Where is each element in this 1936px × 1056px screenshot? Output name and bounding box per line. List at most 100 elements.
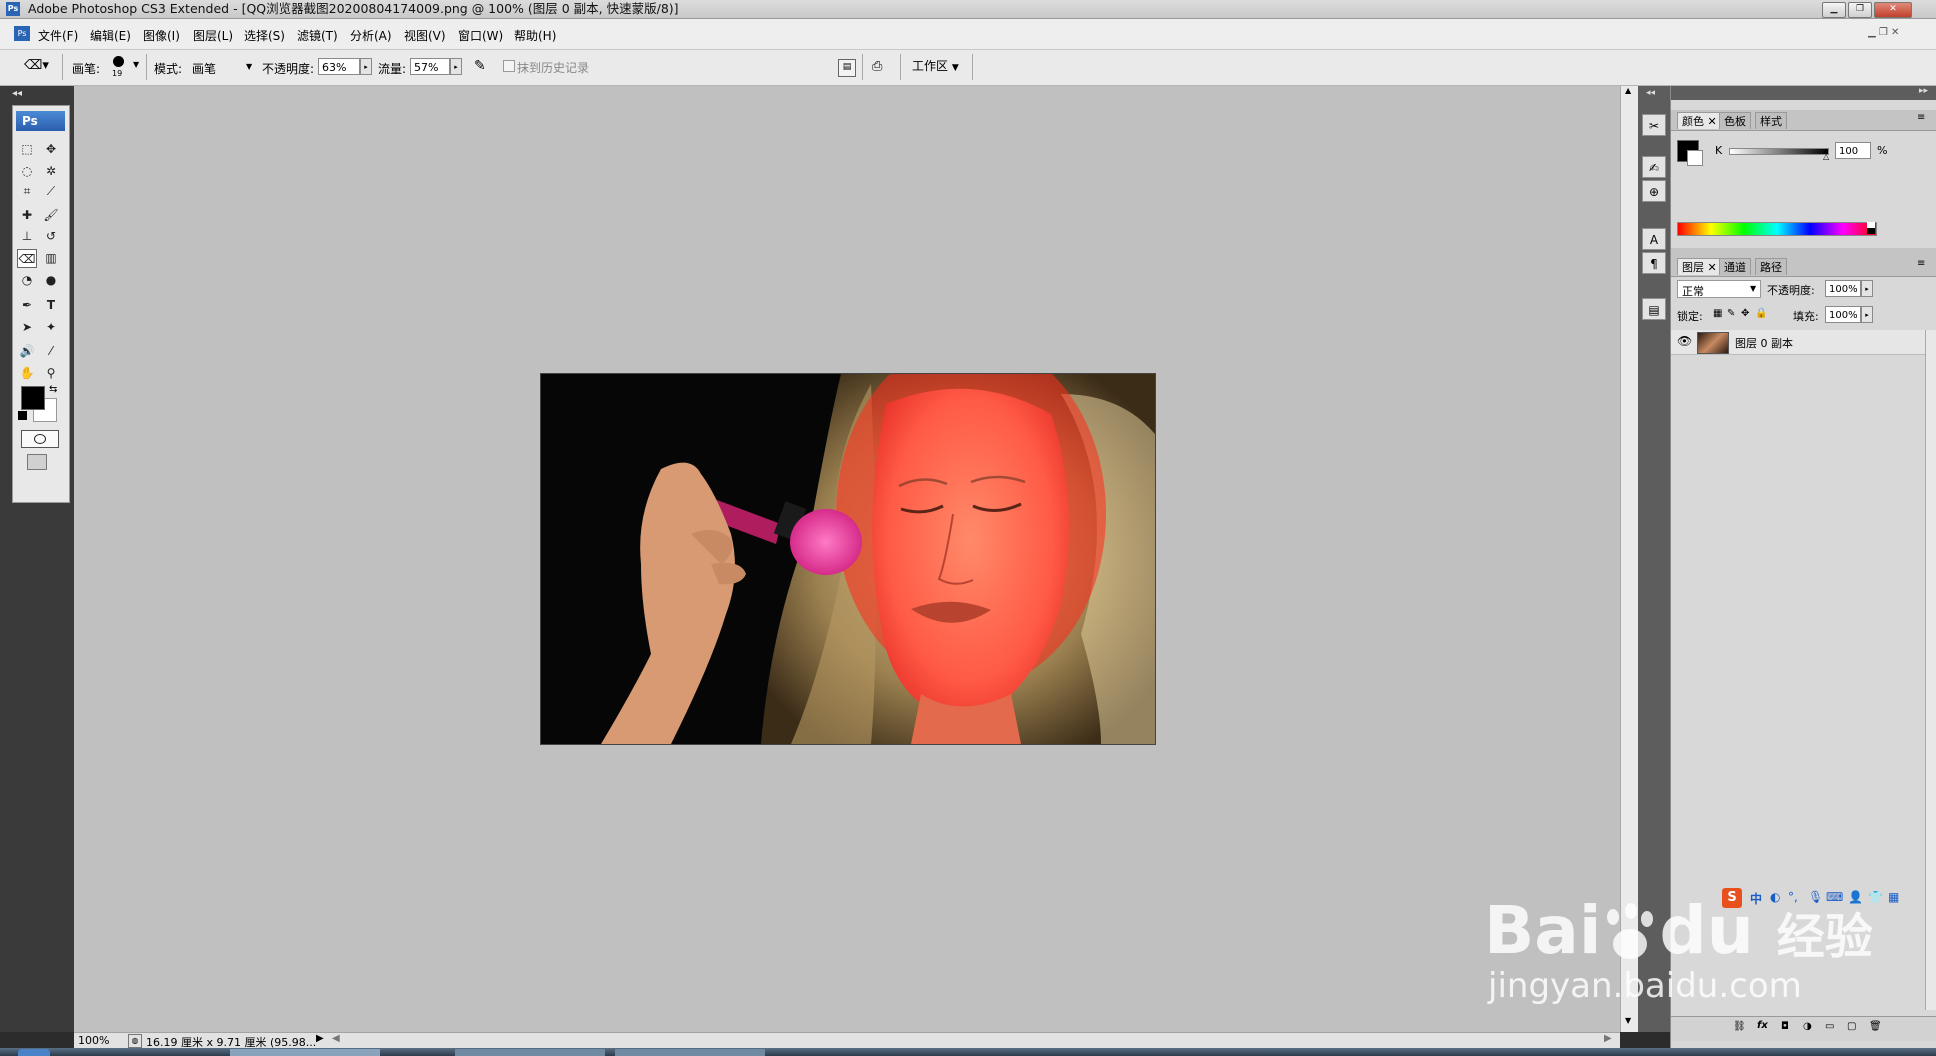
character-panel-icon[interactable]: A <box>1642 228 1666 250</box>
document-icon[interactable]: Ps <box>14 26 30 41</box>
eye-icon[interactable]: 👁 <box>1677 334 1692 348</box>
k-value-input[interactable]: 100 <box>1835 142 1871 159</box>
workspace-menu-button[interactable]: 工作区 ▼ <box>912 57 959 77</box>
layer-row[interactable]: 👁 图层 0 副本 <box>1671 330 1925 355</box>
menu-layer[interactable]: 图层(L) <box>193 27 233 44</box>
ramp-black-swatch[interactable] <box>1867 228 1875 234</box>
brush-preset-picker[interactable]: 19 <box>110 54 128 78</box>
collapse-arrows-icon[interactable]: ◂◂ <box>1646 88 1655 98</box>
close-button[interactable]: ✕ <box>1874 2 1912 18</box>
chevron-down-icon[interactable]: ▼ <box>133 60 139 69</box>
lock-image-icon[interactable]: ✎ <box>1727 308 1735 319</box>
tab-swatches[interactable]: 色板 <box>1719 112 1751 129</box>
menu-filter[interactable]: 滤镜(T) <box>297 27 338 44</box>
lasso-tool-icon[interactable]: ◌ <box>17 162 37 181</box>
slider-handle-icon[interactable]: △ <box>1823 152 1829 161</box>
status-menu-arrow-icon[interactable]: ▶ <box>316 1033 324 1044</box>
layer-name[interactable]: 图层 0 副本 <box>1735 335 1793 351</box>
brush-tool-icon[interactable]: 🖌 <box>41 206 61 225</box>
history-brush-tool-icon[interactable]: ↺ <box>41 227 61 246</box>
tab-color[interactable]: 颜色 ✕ <box>1677 112 1722 129</box>
default-colors-icon[interactable] <box>18 411 27 420</box>
dodge-tool-icon[interactable]: ● <box>41 271 61 290</box>
menu-edit[interactable]: 编辑(E) <box>90 27 131 44</box>
eyedropper-tool-icon[interactable]: ⁄ <box>41 342 61 361</box>
minimize-button[interactable]: ▁ <box>1822 2 1846 18</box>
swap-colors-icon[interactable]: ⇆ <box>49 384 57 395</box>
vertical-scrollbar[interactable]: ▲ ▼ <box>1620 86 1638 1032</box>
layer-opacity-input[interactable]: 100% <box>1825 280 1861 297</box>
hand-tool-icon[interactable]: ✋ <box>17 364 37 383</box>
custom-shape-tool-icon[interactable]: ✦ <box>41 318 61 337</box>
blur-tool-icon[interactable]: ◔ <box>17 271 37 290</box>
new-group-icon[interactable]: ▭ <box>1825 1021 1834 1032</box>
marquee-tool-icon[interactable]: ⬚ <box>17 140 37 159</box>
document-canvas[interactable] <box>540 373 1156 745</box>
eraser-tool-preset-icon[interactable]: ⌫▾ <box>24 58 54 76</box>
color-background-swatch[interactable] <box>1687 150 1703 166</box>
gradient-tool-icon[interactable]: ▥ <box>41 249 61 268</box>
eraser-tool-icon[interactable]: ⌫ <box>17 249 37 268</box>
menu-image[interactable]: 图像(I) <box>143 27 180 44</box>
taskbar-item[interactable] <box>455 1049 605 1056</box>
airbrush-icon[interactable]: ✎ <box>474 58 496 76</box>
taskbar-item[interactable] <box>230 1049 380 1056</box>
scroll-up-arrow-icon[interactable]: ▲ <box>1625 86 1631 95</box>
menu-analysis[interactable]: 分析(A) <box>350 27 392 44</box>
opacity-input[interactable]: 63% <box>318 58 360 75</box>
lock-position-icon[interactable]: ✥ <box>1741 308 1749 319</box>
print-icon[interactable]: ⎙ <box>872 59 894 75</box>
fill-input[interactable]: 100% <box>1825 306 1861 323</box>
lock-transparent-icon[interactable]: ▦ <box>1713 308 1722 319</box>
palette-well-icon[interactable]: ▤ <box>838 59 856 77</box>
fill-slider-button[interactable]: ▸ <box>1861 306 1873 323</box>
move-tool-icon[interactable]: ✥ <box>41 140 61 159</box>
quick-mask-mode-button[interactable] <box>21 430 59 448</box>
healing-brush-tool-icon[interactable]: ✚ <box>17 206 37 225</box>
menu-help[interactable]: 帮助(H) <box>514 27 556 44</box>
erase-history-checkbox[interactable] <box>503 60 515 72</box>
expand-arrows-icon[interactable]: ▸▸ <box>1919 86 1928 96</box>
tab-paths[interactable]: 路径 <box>1755 258 1787 275</box>
scroll-left-arrow-icon[interactable]: ◀ <box>332 1033 340 1044</box>
menu-file[interactable]: 文件(F) <box>38 27 78 44</box>
tab-styles[interactable]: 样式 <box>1755 112 1787 129</box>
mode-dropdown[interactable]: 画笔 ▼ <box>190 58 258 77</box>
paragraph-panel-icon[interactable]: ¶ <box>1642 252 1666 274</box>
new-layer-icon[interactable]: ▢ <box>1847 1021 1856 1032</box>
grid-icon[interactable]: ▦ <box>1888 890 1899 904</box>
layer-style-icon[interactable]: fx <box>1757 1020 1768 1031</box>
clone-stamp-tool-icon[interactable]: ⊥ <box>17 227 37 246</box>
tool-presets-icon[interactable]: ✂ <box>1642 114 1666 136</box>
adjustment-layer-icon[interactable]: ◑ <box>1803 1021 1812 1032</box>
brushes-panel-icon[interactable]: ✍ <box>1642 156 1666 178</box>
path-selection-tool-icon[interactable]: ➤ <box>17 318 37 337</box>
foreground-color-swatch[interactable] <box>21 386 45 410</box>
magic-wand-tool-icon[interactable]: ✲ <box>41 162 61 181</box>
scroll-right-arrow-icon[interactable]: ▶ <box>1604 1033 1612 1044</box>
link-layers-icon[interactable]: ⛓ <box>1733 1021 1746 1032</box>
layer-opacity-slider-button[interactable]: ▸ <box>1861 280 1873 297</box>
color-ramp[interactable] <box>1677 222 1877 236</box>
flow-slider-button[interactable]: ▸ <box>450 58 462 75</box>
delete-layer-icon[interactable]: 🗑 <box>1869 1021 1882 1032</box>
zoom-tool-icon[interactable]: ⚲ <box>41 364 61 383</box>
notes-tool-icon[interactable]: 🔊 <box>17 342 37 361</box>
document-window-controls[interactable]: ▁ ❐ ✕ <box>1868 27 1928 41</box>
layer-mask-icon[interactable]: ◘ <box>1781 1021 1789 1032</box>
menu-select[interactable]: 选择(S) <box>244 27 285 44</box>
panel-menu-icon[interactable]: ≡ <box>1917 112 1925 123</box>
blend-mode-dropdown[interactable]: 正常 ▼ <box>1677 280 1761 298</box>
collapse-arrows-icon[interactable]: ◂◂ <box>12 88 22 99</box>
maximize-button[interactable]: ❐ <box>1848 2 1872 18</box>
clone-source-icon[interactable]: ⊕ <box>1642 180 1666 202</box>
zoom-level[interactable]: 100% <box>78 1034 109 1047</box>
type-tool-icon[interactable]: T <box>41 296 61 315</box>
tab-layers[interactable]: 图层 ✕ <box>1677 258 1722 275</box>
taskbar-item[interactable] <box>615 1049 765 1056</box>
layer-comps-icon[interactable]: ▤ <box>1642 298 1666 320</box>
pen-tool-icon[interactable]: ✒ <box>17 296 37 315</box>
crop-tool-icon[interactable]: ⌗ <box>17 182 37 201</box>
flow-input[interactable]: 57% <box>410 58 450 75</box>
screen-mode-button[interactable] <box>27 454 47 470</box>
